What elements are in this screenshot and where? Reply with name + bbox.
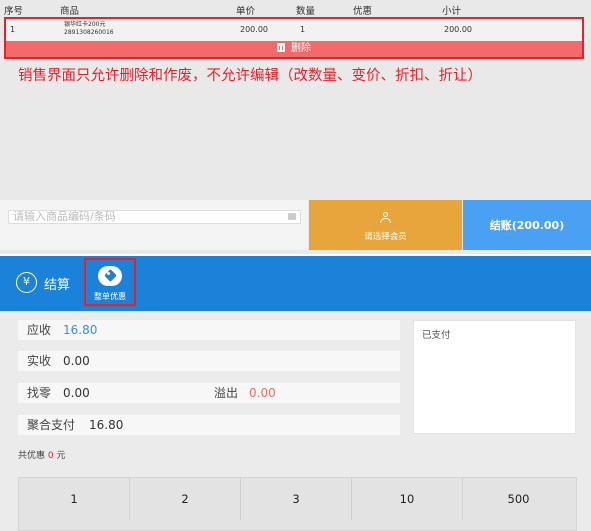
overflow-label: 溢出 bbox=[214, 386, 239, 400]
user-icon bbox=[379, 212, 392, 223]
tag-icon bbox=[98, 266, 122, 286]
header-price: 单价 bbox=[236, 6, 256, 17]
checkout-button[interactable]: 结账(200.00) bbox=[463, 200, 591, 250]
select-member-label: 请选择会员 bbox=[364, 232, 407, 242]
selected-row-highlight: 1 银华红卡200元 2891308260016 200.00 1 200.00… bbox=[4, 17, 584, 59]
paid-label: 已支付 bbox=[422, 330, 451, 341]
total-discount-unit: 元 bbox=[56, 451, 66, 461]
sales-area: 序号 商品 单价 数量 优惠 小计 1 银华红卡200元 28913082600… bbox=[0, 0, 591, 254]
receivable-label: 应收 bbox=[27, 323, 52, 337]
keypad-key-1[interactable]: 1 bbox=[19, 478, 130, 520]
header-index: 序号 bbox=[4, 6, 24, 17]
delete-label: 删除 bbox=[291, 43, 311, 54]
total-discount-value: 0 bbox=[47, 451, 54, 461]
whole-order-discount-label: 整单优惠 bbox=[94, 292, 126, 301]
annotation-note: 销售界面只允许删除和作废，不允许编辑（改数量、变价、折扣、折让） bbox=[18, 68, 482, 84]
row-qty: 1 bbox=[300, 25, 306, 34]
row-subtotal: 200.00 bbox=[444, 25, 472, 34]
select-member-button[interactable]: 请选择会员 bbox=[309, 200, 462, 250]
row-goods-code: 2891308260016 bbox=[64, 29, 114, 36]
header-subtotal: 小计 bbox=[442, 6, 462, 17]
keypad-key-3[interactable]: 3 bbox=[241, 478, 352, 520]
search-strip bbox=[0, 200, 308, 250]
row-goods-name: 银华红卡200元 bbox=[64, 21, 106, 28]
aggregate-pay-label: 聚合支付 bbox=[27, 418, 76, 432]
keypad-key-500[interactable]: 500 bbox=[463, 478, 574, 520]
row-price: 200.00 bbox=[240, 25, 268, 34]
tab-settle[interactable]: 结算 bbox=[44, 274, 70, 293]
yuan-icon: ¥ bbox=[16, 272, 37, 293]
delete-button[interactable]: 删除 bbox=[6, 41, 582, 57]
total-discount-prefix: 共优惠 bbox=[18, 451, 46, 461]
change-field: 找零 0.00 溢出 0.00 bbox=[18, 383, 400, 403]
total-discount: 共优惠 0 元 bbox=[18, 448, 66, 461]
overflow-value: 0.00 bbox=[249, 386, 276, 400]
row-goods: 银华红卡200元 2891308260016 bbox=[64, 21, 114, 37]
search-input[interactable]: 请输入商品编码/条码 bbox=[8, 210, 301, 224]
receivable-field: 应收 16.80 bbox=[18, 320, 400, 340]
received-field[interactable]: 实收 0.00 bbox=[18, 351, 400, 371]
change-label: 找零 bbox=[27, 386, 52, 400]
trash-icon bbox=[277, 43, 285, 52]
keypad-key-2[interactable]: 2 bbox=[130, 478, 241, 520]
table-header: 序号 商品 单价 数量 优惠 小计 bbox=[0, 0, 591, 17]
receivable-value: 16.80 bbox=[63, 323, 98, 337]
header-goods: 商品 bbox=[60, 6, 80, 17]
change-value: 0.00 bbox=[63, 386, 90, 400]
received-label: 实收 bbox=[27, 354, 52, 368]
paid-panel: 已支付 bbox=[413, 320, 576, 434]
keyboard-icon[interactable] bbox=[288, 213, 296, 220]
keypad-key-10[interactable]: 10 bbox=[352, 478, 463, 520]
row-index: 1 bbox=[10, 25, 16, 34]
search-placeholder: 请输入商品编码/条码 bbox=[13, 210, 116, 223]
keypad: 1 2 3 10 500 bbox=[18, 477, 577, 531]
header-discount: 优惠 bbox=[353, 6, 373, 17]
header-qty: 数量 bbox=[296, 6, 316, 17]
table-row[interactable]: 1 银华红卡200元 2891308260016 200.00 1 200.00 bbox=[6, 19, 582, 41]
aggregate-pay-value: 16.80 bbox=[89, 418, 124, 432]
received-value: 0.00 bbox=[63, 354, 90, 368]
aggregate-pay-field[interactable]: 聚合支付 16.80 bbox=[18, 415, 400, 435]
